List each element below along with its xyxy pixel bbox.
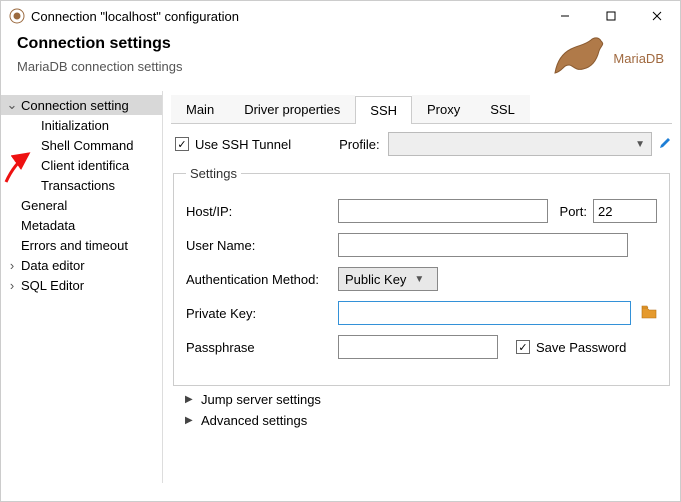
maximize-button[interactable] [588,1,634,31]
profile-label: Profile: [339,137,379,152]
page-subtitle: MariaDB connection settings [17,59,549,74]
private-key-label: Private Key: [186,306,338,321]
sidebar-item-shell-command[interactable]: Shell Command [1,135,162,155]
sidebar-item-label: Errors and timeout [21,238,128,253]
sidebar-item-errors-and-timeout[interactable]: Errors and timeout [1,235,162,255]
sidebar-item-client-identifica[interactable]: Client identifica [1,155,162,175]
sidebar-item-label: SQL Editor [21,278,84,293]
tab-ssl[interactable]: SSL [475,95,530,123]
brand-logo: MariaDB [549,35,664,81]
brand-name: MariaDB [613,51,664,66]
titlebar: Connection "localhost" configuration [1,1,680,31]
sidebar-item-label: Transactions [41,178,115,193]
use-ssh-checkbox[interactable]: ✓ [175,137,189,151]
browse-folder-icon[interactable] [641,305,657,322]
tab-ssh[interactable]: SSH [355,96,412,124]
auth-label: Authentication Method: [186,272,338,287]
tab-driver-properties[interactable]: Driver properties [229,95,355,123]
sidebar-item-label: Client identifica [41,158,129,173]
user-label: User Name: [186,238,338,253]
settings-group: Settings Host/IP: Port: User Name: Authe… [173,166,670,386]
minimize-button[interactable] [542,1,588,31]
sidebar-item-label: Shell Command [41,138,134,153]
chevron-right-icon: ▶ [185,394,197,405]
sidebar: ⌄Connection setting Initialization Shell C… [1,91,163,483]
save-password-checkbox[interactable]: ✓ [516,340,530,354]
host-input[interactable] [338,199,548,223]
tabs: MainDriver propertiesSSHProxySSL [171,95,672,124]
sidebar-item-initialization[interactable]: Initialization [1,115,162,135]
header: Connection settings MariaDB connection s… [1,31,680,91]
user-input[interactable] [338,233,628,257]
passphrase-input[interactable] [338,335,498,359]
port-label: Port: [560,204,587,219]
jump-server-toggle[interactable]: ▶ Jump server settings [185,392,672,407]
sidebar-item-sql-editor[interactable]: ›SQL Editor [1,275,162,295]
sidebar-item-label: Connection setting [21,98,129,113]
seal-icon [549,35,609,81]
sidebar-item-transactions[interactable]: Transactions [1,175,162,195]
window-title: Connection "localhost" configuration [31,9,542,24]
host-label: Host/IP: [186,204,338,219]
edit-profile-icon[interactable] [658,136,672,153]
main-panel: MainDriver propertiesSSHProxySSL ✓ Use S… [163,91,680,483]
sidebar-item-general[interactable]: General [1,195,162,215]
settings-legend: Settings [186,166,241,181]
sidebar-item-label: Metadata [21,218,75,233]
chevron-down-icon[interactable]: ⌄ [5,97,19,113]
port-input[interactable] [593,199,657,223]
tab-proxy[interactable]: Proxy [412,95,475,123]
private-key-input[interactable] [338,301,631,325]
tab-main[interactable]: Main [171,95,229,123]
auth-method-value: Public Key [345,272,406,287]
use-ssh-label: Use SSH Tunnel [195,137,291,152]
auth-method-select[interactable]: Public Key ▼ [338,267,438,291]
chevron-right-icon[interactable]: › [5,278,19,293]
sidebar-item-metadata[interactable]: Metadata [1,215,162,235]
close-button[interactable] [634,1,680,31]
page-title: Connection settings [17,35,549,53]
chevron-down-icon: ▼ [635,139,645,150]
advanced-toggle[interactable]: ▶ Advanced settings [185,413,672,428]
jump-server-label: Jump server settings [201,392,321,407]
sidebar-item-label: General [21,198,67,213]
save-password-label: Save Password [536,340,626,355]
sidebar-item-label: Initialization [41,118,109,133]
chevron-right-icon: ▶ [185,415,197,426]
profile-select[interactable]: ▼ [388,132,652,156]
passphrase-label: Passphrase [186,340,338,355]
sidebar-item-data-editor[interactable]: ›Data editor [1,255,162,275]
chevron-right-icon[interactable]: › [5,258,19,273]
sidebar-item-connection-setting[interactable]: ⌄Connection setting [1,95,162,115]
chevron-down-icon: ▼ [414,274,424,285]
app-icon [9,8,25,24]
sidebar-item-label: Data editor [21,258,85,273]
advanced-label: Advanced settings [201,413,307,428]
